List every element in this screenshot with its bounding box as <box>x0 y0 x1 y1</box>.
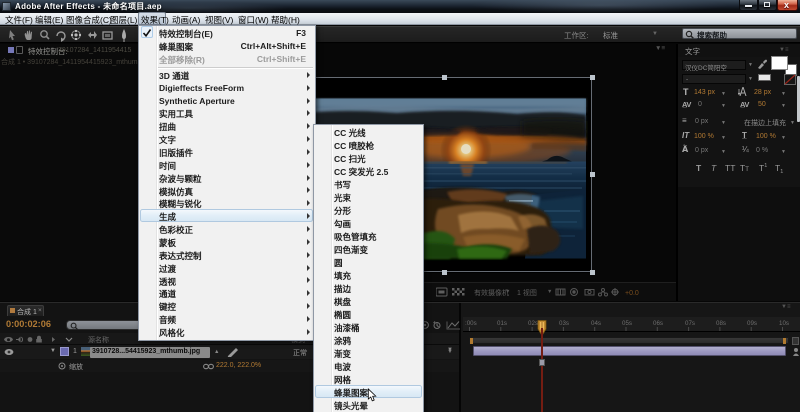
svg-text:01s: 01s <box>497 320 507 327</box>
svg-text:+0.0: +0.0 <box>625 290 639 297</box>
svg-text:05s: 05s <box>622 320 632 327</box>
svg-text:09s: 09s <box>747 320 757 327</box>
svg-text::00s: :00s <box>465 320 477 327</box>
svg-text:07s: 07s <box>685 320 695 327</box>
svg-text:04s: 04s <box>591 320 601 327</box>
svg-text:08s: 08s <box>716 320 726 327</box>
svg-text:10s: 10s <box>779 320 789 327</box>
svg-text:03s: 03s <box>559 320 569 327</box>
svg-text:06s: 06s <box>653 320 663 327</box>
